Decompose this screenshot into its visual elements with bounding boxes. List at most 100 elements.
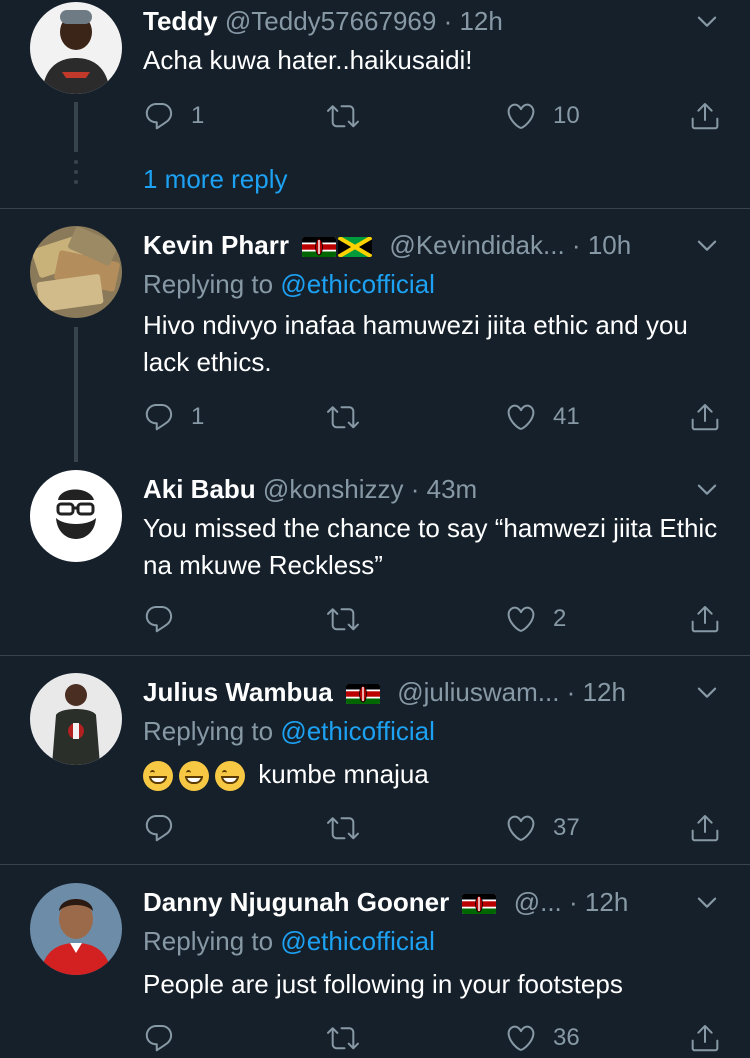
timestamp[interactable]: 10h <box>588 230 631 260</box>
retweet-icon <box>327 100 359 132</box>
chevron-down-icon[interactable] <box>694 232 720 258</box>
chevron-down-icon[interactable] <box>694 679 720 705</box>
heart-icon <box>505 812 537 844</box>
tweet-kevin-pharr[interactable]: Kevin Pharr @Kevindidak... · 10h Replyin… <box>0 209 750 462</box>
reply-button[interactable] <box>143 599 191 639</box>
reply-icon <box>143 100 175 132</box>
reply-button[interactable]: 1 <box>143 96 204 136</box>
tweet-text: Acha kuwa hater..haikusaidi! <box>143 45 473 75</box>
reply-button[interactable] <box>143 1018 191 1058</box>
mention-link[interactable]: @ethicofficial <box>280 716 435 746</box>
avatar[interactable] <box>30 226 122 318</box>
display-name[interactable]: Julius Wambua <box>143 677 333 707</box>
replying-prefix: Replying to <box>143 926 274 956</box>
timestamp[interactable]: 12h <box>583 677 626 707</box>
retweet-button[interactable] <box>327 599 359 639</box>
reply-button[interactable] <box>143 808 191 848</box>
tweet-actions: 36 <box>143 1018 720 1058</box>
more-replies-link[interactable]: 1 more reply <box>143 162 288 196</box>
kenya-flag-icon <box>462 894 496 914</box>
like-count: 36 <box>553 1024 580 1051</box>
avatar[interactable] <box>30 883 122 975</box>
user-handle[interactable]: @juliuswam... <box>397 677 559 707</box>
share-button[interactable] <box>689 808 721 848</box>
retweet-button[interactable] <box>327 808 359 848</box>
tweet-text: You missed the chance to say “hamwezi ji… <box>143 513 718 580</box>
retweet-icon <box>327 812 359 844</box>
mention-link[interactable]: @ethicofficial <box>280 269 435 299</box>
like-button[interactable]: 37 <box>505 808 580 848</box>
replying-prefix: Replying to <box>143 716 274 746</box>
timestamp[interactable]: 12h <box>459 6 502 36</box>
share-button[interactable] <box>689 1018 721 1058</box>
reply-button[interactable]: 1 <box>143 397 204 437</box>
separator: · <box>410 474 420 504</box>
reply-icon <box>143 812 175 844</box>
tweet-actions: 1 41 <box>143 397 720 437</box>
retweet-icon <box>327 603 359 635</box>
like-count: 37 <box>553 814 580 841</box>
separator: · <box>571 230 581 260</box>
retweet-button[interactable] <box>327 96 359 136</box>
like-count: 2 <box>553 605 567 632</box>
jamaica-flag-icon <box>338 237 372 257</box>
timestamp[interactable]: 43m <box>427 474 478 504</box>
tweet-header: Julius Wambua @juliuswam... · 12h <box>143 675 690 709</box>
avatar[interactable] <box>30 470 122 562</box>
tweet-julius-wambua[interactable]: Julius Wambua @juliuswam... · 12h Replyi… <box>0 656 750 864</box>
reply-count: 1 <box>191 403 205 430</box>
share-button[interactable] <box>689 599 721 639</box>
chevron-down-icon[interactable] <box>694 8 720 34</box>
share-button[interactable] <box>689 397 721 437</box>
replying-to: Replying to @ethicofficial <box>143 714 435 748</box>
kenya-flag-icon <box>302 237 336 257</box>
chevron-down-icon[interactable] <box>694 889 720 915</box>
tweet-teddy[interactable]: Teddy @Teddy57667969 · 12h Acha kuwa hat… <box>0 0 750 208</box>
share-icon <box>689 100 721 132</box>
tweet-header: Danny Njugunah Gooner @... · 12h <box>143 885 690 919</box>
tweet-header: Aki Babu @konshizzy · 43m <box>143 472 690 506</box>
retweet-button[interactable] <box>327 1018 359 1058</box>
display-name[interactable]: Teddy <box>143 6 218 36</box>
like-button[interactable]: 41 <box>505 397 580 437</box>
reply-icon <box>143 603 175 635</box>
tweet-header: Teddy @Teddy57667969 · 12h <box>143 4 690 38</box>
chevron-down-icon[interactable] <box>694 476 720 502</box>
mention-link[interactable]: @ethicofficial <box>280 926 435 956</box>
replying-to: Replying to @ethicofficial <box>143 267 435 301</box>
user-handle[interactable]: @... <box>514 887 562 917</box>
avatar[interactable] <box>30 2 122 94</box>
tweet-text: kumbe mnajua <box>258 759 429 789</box>
tweet-aki-babu[interactable]: Aki Babu @konshizzy · 43m You missed the… <box>0 455 750 655</box>
user-handle[interactable]: @Teddy57667969 <box>225 6 436 36</box>
share-icon <box>689 401 721 433</box>
retweet-button[interactable] <box>327 397 359 437</box>
display-name[interactable]: Aki Babu <box>143 474 256 504</box>
share-icon <box>689 1022 721 1054</box>
grinning-emoji-icon <box>179 761 209 792</box>
tweet-danny-njugunah[interactable]: Danny Njugunah Gooner @... · 12h Replyin… <box>0 865 750 1052</box>
tweet-text: Hivo ndivyo inafaa hamuwezi jiita ethic … <box>143 310 688 377</box>
tweet-header: Kevin Pharr @Kevindidak... · 10h <box>143 228 690 262</box>
avatar[interactable] <box>30 673 122 765</box>
tweet-text: People are just following in your footst… <box>143 969 623 999</box>
tweet-actions: 2 <box>143 599 720 639</box>
retweet-icon <box>327 1022 359 1054</box>
like-button[interactable]: 10 <box>505 96 580 136</box>
heart-icon <box>505 1022 537 1054</box>
thread-dots <box>74 160 78 190</box>
user-handle[interactable]: @konshizzy <box>263 474 404 504</box>
share-icon <box>689 812 721 844</box>
like-button[interactable]: 36 <box>505 1018 580 1058</box>
share-button[interactable] <box>689 96 721 136</box>
timestamp[interactable]: 12h <box>585 887 628 917</box>
heart-icon <box>505 603 537 635</box>
display-name[interactable]: Danny Njugunah Gooner <box>143 887 449 917</box>
grinning-emoji-icon <box>215 761 245 792</box>
like-button[interactable]: 2 <box>505 599 566 639</box>
like-count: 10 <box>553 102 580 129</box>
replying-to: Replying to @ethicofficial <box>143 924 435 958</box>
user-handle[interactable]: @Kevindidak... <box>389 230 564 260</box>
display-name[interactable]: Kevin Pharr <box>143 230 289 260</box>
thread-line <box>74 327 78 462</box>
